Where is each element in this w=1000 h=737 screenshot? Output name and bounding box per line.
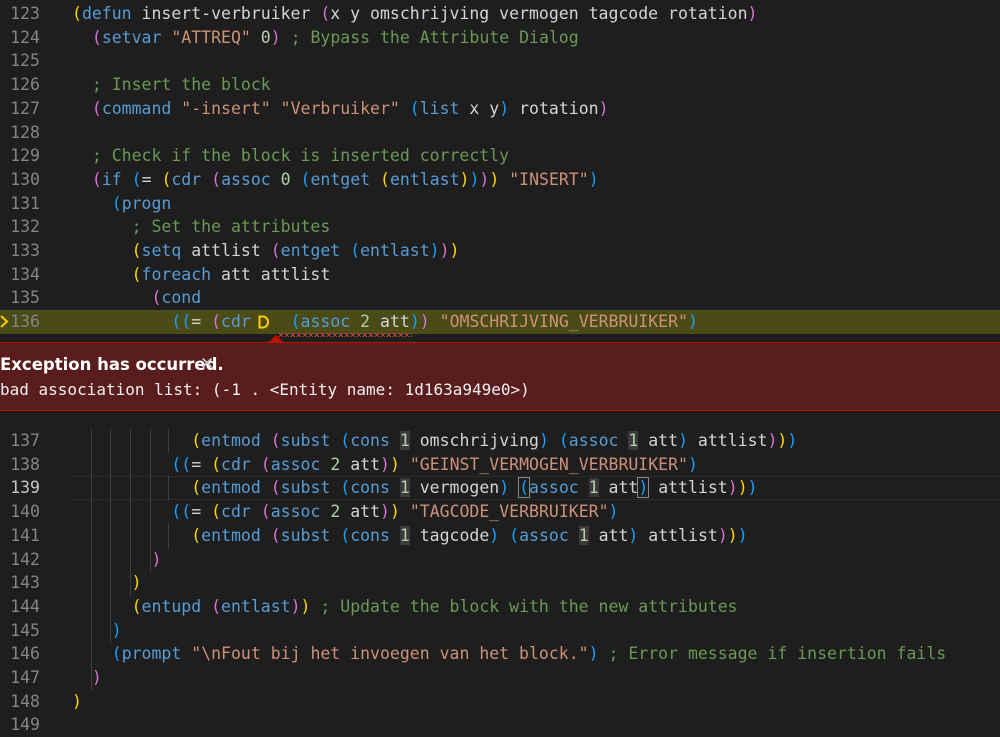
code-line[interactable]: 147 ) <box>0 666 1000 690</box>
indent-guide <box>130 429 131 596</box>
code-line[interactable]: 148) <box>0 690 1000 714</box>
code-text: (foreach att attlist <box>131 264 331 284</box>
code-text: ; Insert the block <box>91 75 271 95</box>
line-number: 133 <box>10 241 40 260</box>
code-line[interactable]: 136 ((= (cdr (assoc 2 att)) "OMSCHRIJVIN… <box>0 310 1000 334</box>
code-text: (entupd (entlast)) ; Update the block wi… <box>131 596 738 616</box>
code-text: (progn <box>111 193 172 213</box>
code-text: ; Check if the block is inserted correct… <box>91 146 510 166</box>
indent-guide <box>150 429 151 572</box>
line-number: 124 <box>10 27 40 47</box>
line-number: 123 <box>10 4 40 23</box>
line-number: 127 <box>10 98 40 118</box>
error-squiggle <box>278 333 412 337</box>
code-line[interactable]: 133 (setq attlist (entget (entlast))) <box>0 239 1000 263</box>
code-text: ) <box>91 668 102 687</box>
code-line[interactable]: 126 ; Insert the block <box>0 73 1000 97</box>
line-number: 141 <box>10 525 40 545</box>
code-line[interactable]: 129 ; Check if the block is inserted cor… <box>0 144 1000 168</box>
line-number: 128 <box>10 122 40 142</box>
line-number: 143 <box>10 573 40 593</box>
code-line[interactable]: 123 (defun insert-verbruiker (x y omschri… <box>0 2 1000 26</box>
code-line[interactable]: 125 <box>0 49 1000 73</box>
code-text: ) <box>72 691 82 711</box>
code-line[interactable]: 128 <box>0 121 1000 145</box>
code-text: ) <box>151 549 162 569</box>
code-text: ; Set the attributes <box>131 217 331 237</box>
line-number: 139 <box>10 478 40 498</box>
exception-widget: Exception has occurred. ✕ bad associatio… <box>0 342 1000 411</box>
line-number: 134 <box>10 264 40 284</box>
code-text: (setvar "ATTREQ" 0) ; Bypass the Attribu… <box>91 27 579 47</box>
current-line-arrow-icon <box>0 315 9 328</box>
code-line[interactable]: 144 (entupd (entlast)) ; Update the bloc… <box>0 595 1000 619</box>
line-number: 135 <box>10 288 40 308</box>
code-text: (entmod (subst (cons 1 vermogen) (assoc … <box>191 477 758 499</box>
code-line[interactable]: 130 (if (= (cdr (assoc 0 (entget (entlas… <box>0 168 1000 192</box>
inline-stop-marker-icon <box>258 315 269 329</box>
line-number: 138 <box>10 454 40 474</box>
code-text: (defun insert-verbruiker (x y omschrijvi… <box>72 4 758 23</box>
exception-pointer <box>269 335 283 342</box>
exception-message: bad association list: (-1 . <Entity name… <box>0 380 530 399</box>
line-number: 129 <box>10 146 40 166</box>
line-number: 132 <box>10 217 40 237</box>
code-line[interactable]: 131 (progn <box>0 192 1000 216</box>
indent-guide <box>110 429 111 643</box>
code-text: ((= (cdr (assoc 2 att)) "GEINST_VERMOGEN… <box>171 454 698 474</box>
indent-guide <box>168 476 169 500</box>
code-line[interactable]: 127 (command "-insert" "Verbruiker" (lis… <box>0 97 1000 121</box>
line-number: 144 <box>10 596 40 616</box>
line-number: 140 <box>10 502 40 522</box>
code-line[interactable]: 145 ) <box>0 619 1000 643</box>
line-number: 142 <box>10 549 40 569</box>
line-number: 131 <box>10 193 40 213</box>
code-text: (entmod (subst (cons 1 tagcode) (assoc 1… <box>191 525 748 545</box>
code-text: ) <box>131 573 142 593</box>
code-text: (cond <box>151 288 202 308</box>
code-text: (setq attlist (entget (entlast))) <box>131 241 460 260</box>
line-number: 148 <box>10 691 40 711</box>
line-number: 125 <box>10 51 40 71</box>
indent-guide <box>168 429 169 452</box>
code-text: (prompt "\nFout bij het invoegen van het… <box>111 644 947 664</box>
code-text: (entmod (subst (cons 1 omschrijving) (as… <box>191 431 798 450</box>
indent-guide <box>91 429 92 690</box>
line-number: 137 <box>10 431 40 450</box>
line-number: 146 <box>10 644 40 664</box>
line-number: 149 <box>10 715 40 735</box>
code-text: ((= (cdr (assoc 2 att)) "OMSCHRIJVING_VE… <box>171 312 698 332</box>
exception-title: Exception has occurred. <box>0 355 224 374</box>
code-text: (if (= (cdr (assoc 0 (entget (entlast)))… <box>91 169 599 189</box>
code-line[interactable]: 124 (setvar "ATTREQ" 0) ; Bypass the Att… <box>0 26 1000 50</box>
line-number: 147 <box>10 668 40 687</box>
line-number: 126 <box>10 75 40 95</box>
code-line[interactable]: 132 ; Set the attributes <box>0 215 1000 239</box>
line-number: 130 <box>10 169 40 189</box>
line-number: 145 <box>10 620 40 640</box>
code-line[interactable]: 143 ) <box>0 571 1000 595</box>
code-line[interactable]: 135 (cond <box>0 286 1000 310</box>
code-line[interactable]: 134 (foreach att attlist <box>0 263 1000 287</box>
code-text: (command "-insert" "Verbruiker" (list x … <box>91 98 609 118</box>
code-text: ((= (cdr (assoc 2 att)) "TAGCODE_VERBRUI… <box>171 502 619 522</box>
indent-guide <box>168 524 169 548</box>
code-text: ) <box>111 620 122 640</box>
close-icon[interactable]: ✕ <box>200 354 214 374</box>
code-line[interactable]: 146 (prompt "\nFout bij het invoegen van… <box>0 642 1000 666</box>
code-line[interactable]: 149 <box>0 713 1000 737</box>
